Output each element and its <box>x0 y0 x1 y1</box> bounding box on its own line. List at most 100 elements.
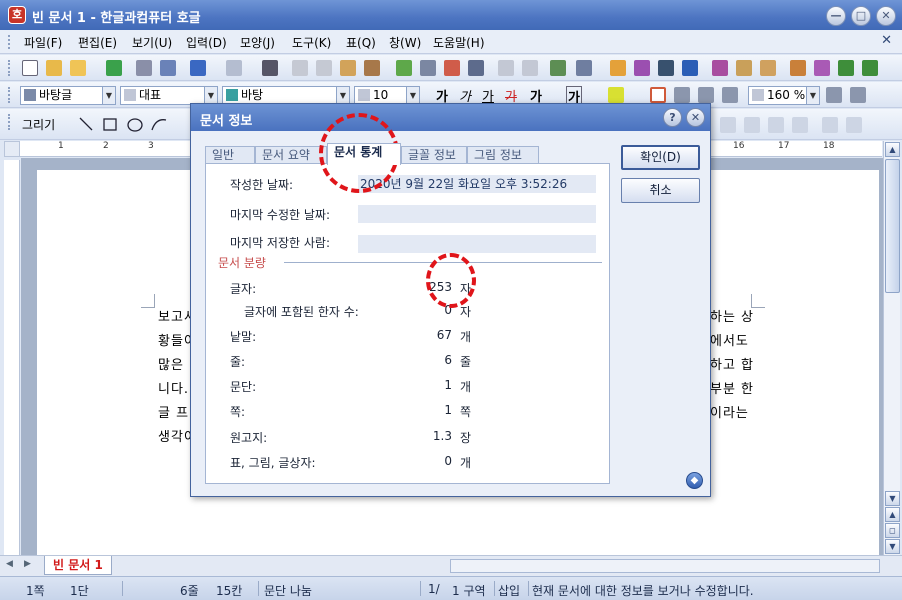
horizontal-scrollbar[interactable] <box>450 559 880 573</box>
flip-icon[interactable] <box>846 117 862 133</box>
close-document-icon[interactable]: ✕ <box>881 33 892 48</box>
page-select-icon[interactable]: ◻ <box>885 523 900 538</box>
minimize-button[interactable]: — <box>826 6 846 26</box>
style-combo[interactable]: 바탕글 ▼ <box>20 86 116 105</box>
tab-font-info[interactable]: 글꼴 정보 <box>401 146 467 164</box>
menu-view[interactable]: 보기(U) <box>132 34 172 51</box>
hanja-icon[interactable] <box>712 60 728 76</box>
menu-table[interactable]: 표(Q) <box>346 34 376 51</box>
stat-manuscript-label: 원고지: <box>230 431 268 445</box>
tab-picture-info[interactable]: 그림 정보 <box>467 146 539 164</box>
chevron-down-icon[interactable]: ▼ <box>102 87 115 104</box>
chevron-down-icon[interactable]: ▼ <box>406 87 419 104</box>
status-mode[interactable]: 삽입 <box>498 582 520 599</box>
line-spacing-up-icon[interactable] <box>826 87 842 103</box>
undo-icon[interactable] <box>190 60 206 76</box>
next-page-icon[interactable]: ▼ <box>885 539 900 554</box>
link-icon[interactable] <box>498 60 514 76</box>
vertical-scrollbar[interactable]: ▲ ▼ ▲ ◻ ▼ <box>883 141 900 555</box>
save-icon[interactable] <box>106 60 122 76</box>
paste-icon[interactable] <box>340 60 356 76</box>
close-window-button[interactable]: ✕ <box>876 6 896 26</box>
tab-scroll-right-icon[interactable]: ▶ <box>24 559 31 569</box>
dialog-close-button[interactable]: ✕ <box>686 108 705 127</box>
draw-shapes-icons[interactable] <box>78 116 198 132</box>
doc-line: 하는 상 <box>710 310 755 325</box>
new-document-icon[interactable] <box>22 60 38 76</box>
picture-frame-icon[interactable] <box>792 117 808 133</box>
scroll-up-icon[interactable]: ▲ <box>885 142 900 157</box>
open-folder-icon[interactable] <box>70 60 86 76</box>
redo-icon[interactable] <box>226 60 242 76</box>
rotate-icon[interactable] <box>822 117 838 133</box>
draw-label[interactable]: 그리기 <box>22 116 55 133</box>
menu-insert[interactable]: 입력(D) <box>186 34 227 51</box>
margin-mark <box>141 294 155 308</box>
tab-summary[interactable]: 문서 요약 <box>255 146 327 164</box>
reference-mark-icon[interactable] <box>682 60 698 76</box>
justify-icon[interactable] <box>650 87 666 103</box>
chevron-down-icon[interactable]: ▼ <box>336 87 349 104</box>
menu-help[interactable]: 도움말(H) <box>433 34 485 51</box>
help-icon[interactable]: ◆ <box>686 472 703 489</box>
copy-icon[interactable] <box>316 60 332 76</box>
dictionary-icon[interactable] <box>736 60 752 76</box>
table-icon[interactable] <box>576 60 592 76</box>
created-date-value[interactable]: 2020년 9월 22일 화요일 오후 3:52:26 <box>358 175 596 193</box>
find-icon[interactable] <box>262 60 278 76</box>
dialog-title-bar[interactable]: 문서 정보 ? ✕ <box>191 104 710 131</box>
cancel-button[interactable]: 취소 <box>621 178 700 203</box>
char-shape-icon[interactable] <box>420 60 436 76</box>
tab-general[interactable]: 일반 <box>205 146 255 164</box>
open-template-icon[interactable] <box>46 60 62 76</box>
menu-tools[interactable]: 도구(K) <box>292 34 331 51</box>
print-preview-icon[interactable] <box>160 60 176 76</box>
formula-icon[interactable] <box>658 60 674 76</box>
picture-icon[interactable] <box>550 60 566 76</box>
page-back-icon[interactable] <box>862 60 878 76</box>
cut-icon[interactable] <box>292 60 308 76</box>
last-saved-by-value[interactable] <box>358 235 596 253</box>
chevron-down-icon[interactable]: ▼ <box>204 87 217 104</box>
align-left-icon[interactable] <box>674 87 690 103</box>
chevron-down-icon[interactable]: ▼ <box>806 87 819 104</box>
presentation-icon[interactable] <box>814 60 830 76</box>
menu-file[interactable]: 파일(F) <box>24 34 62 51</box>
memo-icon[interactable] <box>760 60 776 76</box>
group-icon[interactable] <box>744 117 760 133</box>
bookmark-icon[interactable] <box>522 60 538 76</box>
maximize-button[interactable]: □ <box>851 6 871 26</box>
stat-lines-unit: 줄 <box>460 355 472 369</box>
page-forward-icon[interactable] <box>838 60 854 76</box>
status-message: 현재 문서에 대한 정보를 보거나 수정합니다. <box>532 584 754 598</box>
vertical-ruler[interactable] <box>4 160 20 555</box>
highlight-icon[interactable] <box>608 87 624 103</box>
modified-date-value[interactable] <box>358 205 596 223</box>
tab-scroll-left-icon[interactable]: ◀ <box>6 559 13 569</box>
ungroup-icon[interactable] <box>768 117 784 133</box>
book-icon[interactable] <box>790 60 806 76</box>
align-right-icon[interactable] <box>722 87 738 103</box>
char-map-icon[interactable] <box>634 60 650 76</box>
align-center-icon[interactable] <box>698 87 714 103</box>
menu-format[interactable]: 모양(J) <box>240 34 275 51</box>
style-icon[interactable] <box>468 60 484 76</box>
chart-icon[interactable] <box>610 60 626 76</box>
line-spacing-down-icon[interactable] <box>850 87 866 103</box>
scroll-down-icon[interactable]: ▼ <box>885 491 900 506</box>
spellcheck-icon[interactable] <box>396 60 412 76</box>
dialog-help-button[interactable]: ? <box>663 108 682 127</box>
prev-page-icon[interactable]: ▲ <box>885 507 900 522</box>
print-icon[interactable] <box>136 60 152 76</box>
format-painter-icon[interactable] <box>364 60 380 76</box>
para-shape-icon[interactable] <box>444 60 460 76</box>
menu-edit[interactable]: 편집(E) <box>78 34 117 51</box>
object-icon[interactable] <box>720 117 736 133</box>
menu-window[interactable]: 창(W) <box>389 34 421 51</box>
tab-statistics[interactable]: 문서 통계 <box>327 143 401 165</box>
ok-button[interactable]: 확인(D) <box>621 145 700 170</box>
scroll-thumb[interactable] <box>885 159 900 293</box>
zoom-combo[interactable]: 160 % ▼ <box>748 86 820 105</box>
ruler-tick-label: 16 <box>733 141 745 151</box>
tab-document-1[interactable]: 빈 문서 1 <box>44 556 112 575</box>
